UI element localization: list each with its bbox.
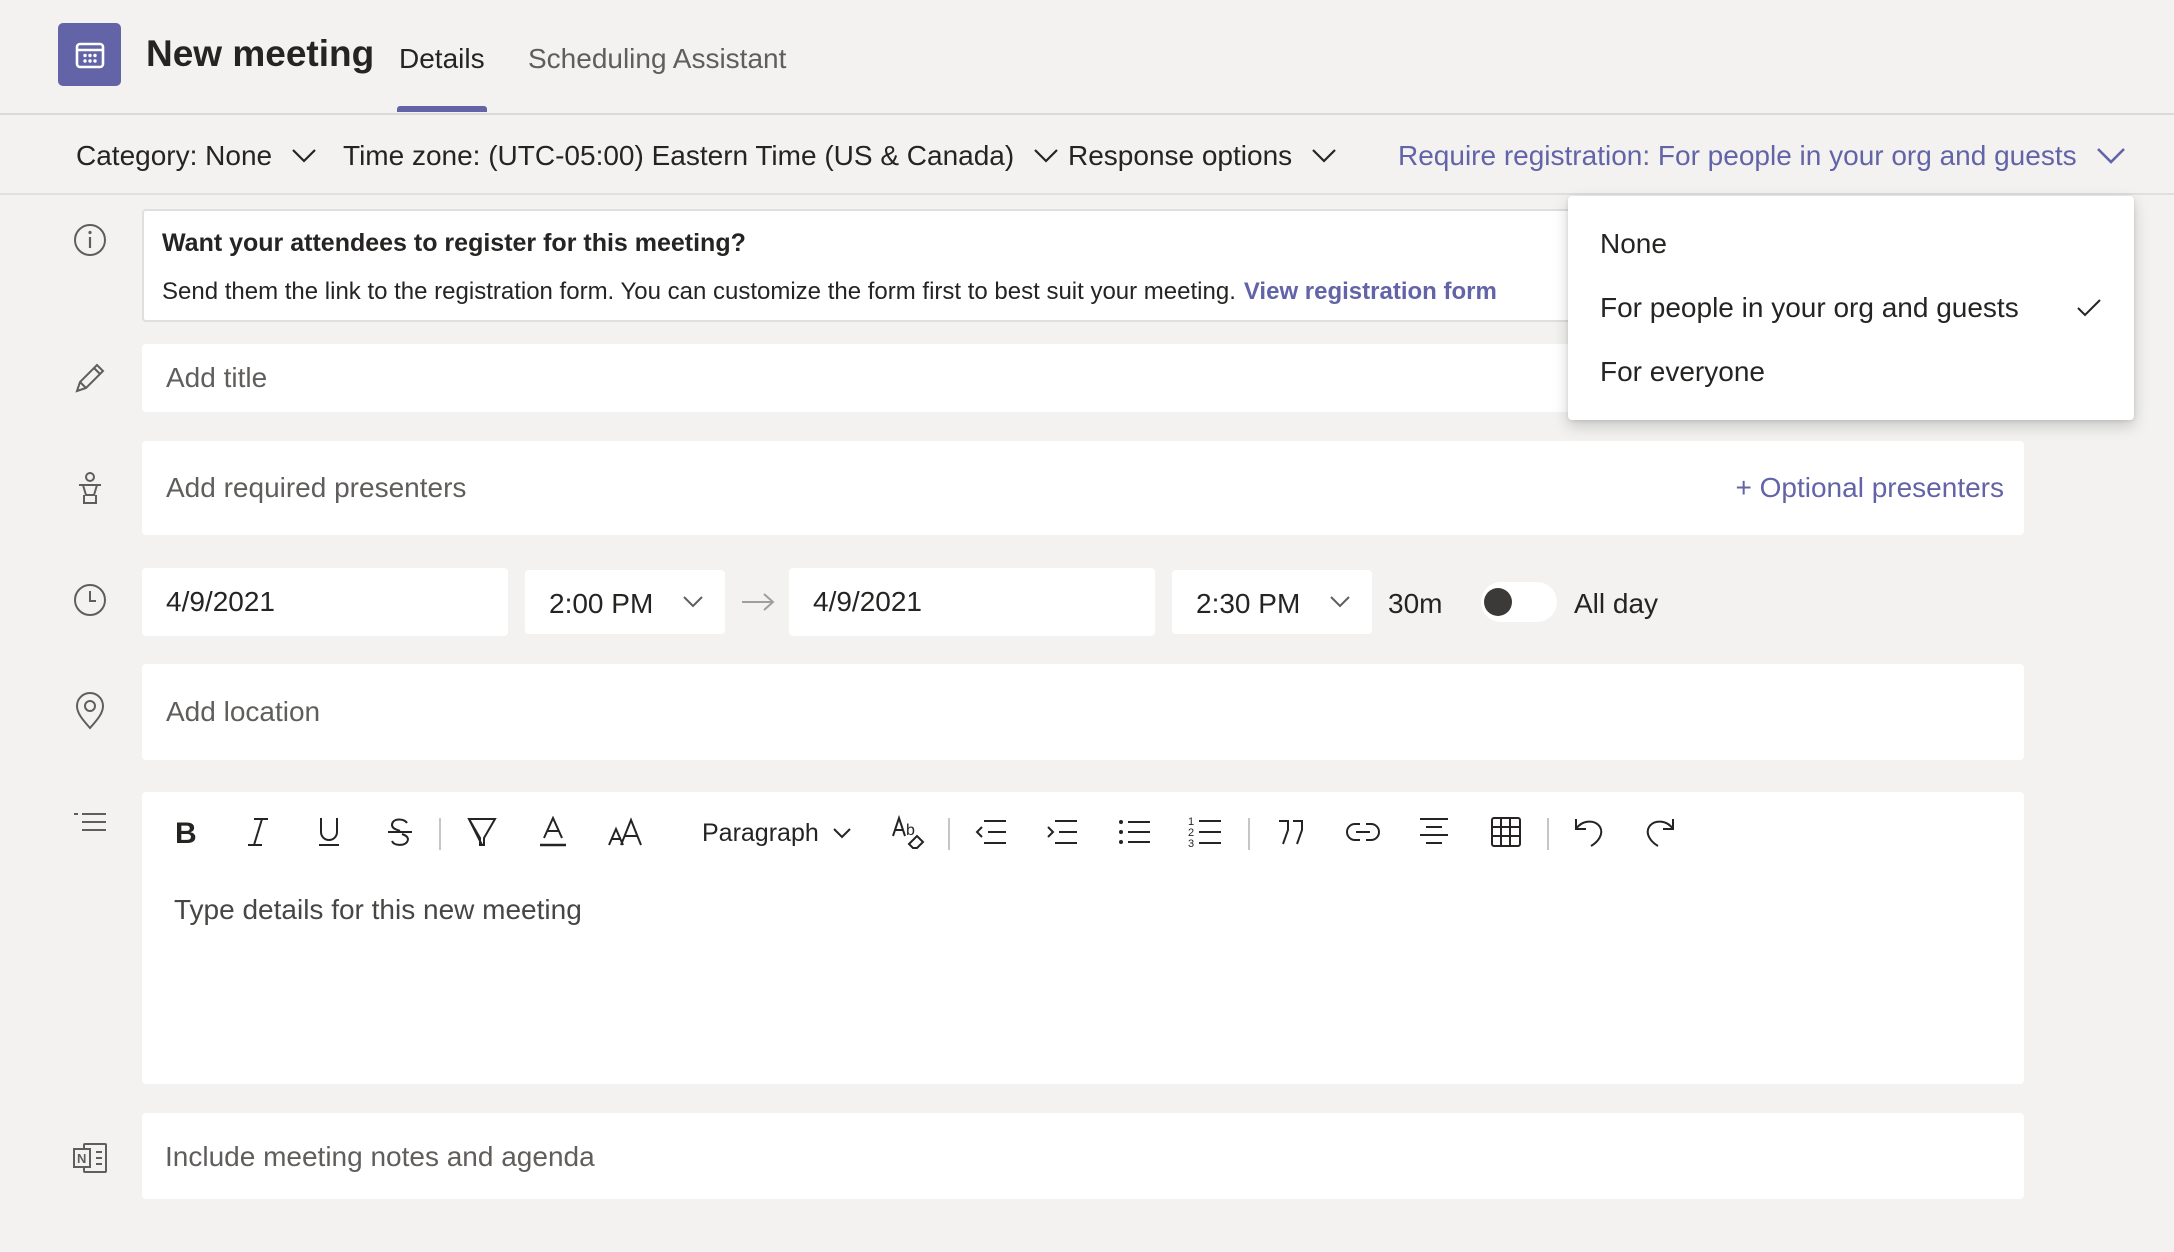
- category-label: Category: None: [76, 140, 273, 171]
- tab-scheduling-assistant[interactable]: Scheduling Assistant: [528, 43, 786, 75]
- numbered-list-icon[interactable]: 123: [1183, 810, 1227, 854]
- undo-icon[interactable]: [1567, 810, 1611, 854]
- option-label: None: [1600, 228, 1667, 259]
- start-date-field[interactable]: 4/9/2021: [142, 568, 508, 636]
- option-label: For everyone: [1600, 356, 1765, 387]
- response-options-label: Response options: [1068, 140, 1293, 171]
- location-icon: [70, 691, 110, 731]
- start-time-dropdown[interactable]: 2:00 PM: [525, 570, 725, 634]
- font-size-icon[interactable]: [603, 810, 647, 854]
- duration-label: 30m: [1388, 588, 1443, 619]
- dropdown-option-org-and-guests[interactable]: For people in your org and guests: [1568, 278, 2134, 338]
- title-placeholder: Add title: [166, 362, 268, 393]
- chevron-down-icon: [2096, 148, 2125, 164]
- location-placeholder: Add location: [166, 696, 321, 727]
- bulleted-list-icon[interactable]: [1112, 810, 1156, 854]
- checkmark-icon: [2076, 298, 2102, 318]
- start-time-value: 2:00 PM: [549, 588, 654, 619]
- italic-icon[interactable]: [236, 810, 280, 854]
- toggle-knob: [1484, 588, 1512, 616]
- toolbar-separator: [1547, 818, 1549, 850]
- options-divider: [0, 193, 2174, 195]
- highlight-icon[interactable]: [460, 810, 504, 854]
- banner-title: Want your attendees to register for this…: [162, 229, 746, 257]
- chevron-down-icon: [683, 596, 703, 608]
- header-divider: [0, 113, 2174, 115]
- response-options-dropdown[interactable]: Response options: [1068, 137, 1336, 175]
- notes-placeholder: Include meeting notes and agenda: [165, 1141, 595, 1172]
- paragraph-style-label: Paragraph: [702, 818, 819, 847]
- quote-icon[interactable]: [1269, 810, 1313, 854]
- info-icon: [70, 220, 110, 260]
- all-day-toggle[interactable]: [1481, 582, 1557, 622]
- clock-icon: [70, 580, 110, 620]
- increase-indent-icon[interactable]: [1040, 810, 1084, 854]
- active-tab-indicator: [397, 106, 487, 112]
- chevron-down-icon: [1312, 149, 1336, 163]
- location-field[interactable]: Add location: [142, 664, 2024, 760]
- chevron-down-icon: [833, 827, 851, 839]
- optional-presenters-link[interactable]: + Optional presenters: [1736, 472, 2005, 504]
- onenote-icon: N: [70, 1138, 110, 1178]
- paragraph-style-dropdown[interactable]: Paragraph: [702, 814, 851, 852]
- end-date-value: 4/9/2021: [813, 586, 922, 617]
- arrow-right-icon: [740, 590, 776, 614]
- calendar-app-icon: [58, 23, 121, 86]
- pencil-icon: [70, 358, 110, 398]
- category-dropdown[interactable]: Category: None: [76, 137, 316, 175]
- timezone-label: Time zone: (UTC-05:00) Eastern Time (US …: [343, 140, 1015, 171]
- clear-format-icon[interactable]: b: [887, 810, 931, 854]
- svg-text:B: B: [175, 817, 197, 847]
- chevron-down-icon: [1034, 149, 1058, 163]
- banner-text-container: Send them the link to the registration f…: [162, 278, 1497, 306]
- meeting-notes-field[interactable]: Include meeting notes and agenda: [142, 1113, 2024, 1199]
- page-title: New meeting: [146, 33, 375, 74]
- chevron-down-icon: [292, 149, 316, 163]
- svg-text:b: b: [906, 822, 915, 839]
- dropdown-option-none[interactable]: None: [1568, 214, 2134, 274]
- details-editor[interactable]: B Paragraph b 123 Type details for this …: [142, 792, 2024, 1084]
- all-day-label: All day: [1574, 588, 1659, 619]
- svg-text:3: 3: [1188, 838, 1194, 849]
- registration-dropdown-menu: None For people in your org and guests F…: [1568, 196, 2134, 420]
- toolbar-separator: [948, 818, 950, 850]
- underline-icon[interactable]: [307, 810, 351, 854]
- timezone-dropdown[interactable]: Time zone: (UTC-05:00) Eastern Time (US …: [343, 137, 1058, 175]
- chevron-down-icon: [1330, 596, 1350, 608]
- end-time-dropdown[interactable]: 2:30 PM: [1172, 570, 1372, 634]
- toolbar-separator: [1248, 818, 1250, 850]
- redo-icon[interactable]: [1638, 810, 1682, 854]
- end-date-field[interactable]: 4/9/2021: [789, 568, 1155, 636]
- registration-dropdown[interactable]: Require registration: For people in your…: [1398, 137, 2125, 175]
- link-icon[interactable]: [1341, 810, 1385, 854]
- view-registration-form-link[interactable]: View registration form: [1244, 278, 1497, 305]
- dropdown-option-everyone[interactable]: For everyone: [1568, 342, 2134, 402]
- decrease-indent-icon[interactable]: [969, 810, 1013, 854]
- svg-text:N: N: [77, 1151, 86, 1166]
- required-presenters-field[interactable]: Add required presenters + Optional prese…: [142, 441, 2024, 535]
- start-date-value: 4/9/2021: [166, 586, 275, 617]
- strikethrough-icon[interactable]: [378, 810, 422, 854]
- font-color-icon[interactable]: [531, 810, 575, 854]
- tab-details[interactable]: Details: [399, 43, 485, 75]
- option-label: For people in your org and guests: [1600, 292, 2019, 323]
- bold-icon[interactable]: B: [164, 810, 208, 854]
- details-placeholder: Type details for this new meeting: [174, 894, 582, 925]
- end-time-value: 2:30 PM: [1196, 588, 1301, 619]
- align-icon[interactable]: [1412, 810, 1456, 854]
- banner-text: Send them the link to the registration f…: [162, 278, 1236, 305]
- registration-label: Require registration: For people in your…: [1398, 140, 2077, 171]
- toolbar-separator: [439, 818, 441, 850]
- presenter-icon: [70, 469, 110, 509]
- presenters-placeholder: Add required presenters: [166, 472, 467, 503]
- table-icon[interactable]: [1484, 810, 1528, 854]
- details-list-icon: [70, 805, 110, 845]
